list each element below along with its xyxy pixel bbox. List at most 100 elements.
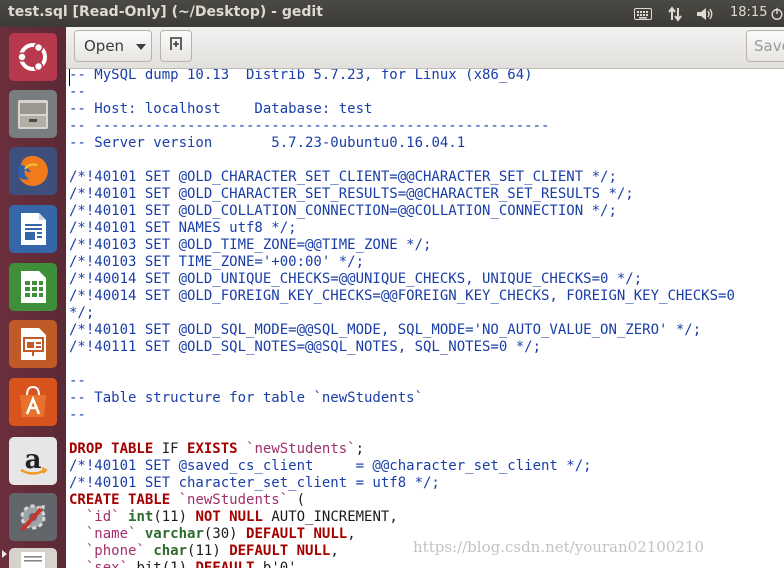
code-token: /*!40014 SET @OLD_FOREIGN_KEY_CHECKS=@@F… [69,288,735,304]
system-settings-icon[interactable] [9,493,57,541]
code-token: /*!40111 SET @OLD_SQL_NOTES=@@SQL_NOTES,… [69,339,542,355]
code-line[interactable]: -- Table structure for table `newStudent… [69,390,735,407]
code-line[interactable]: /*!40014 SET @OLD_UNIQUE_CHECKS=@@UNIQUE… [69,271,735,288]
code-token: (30) [203,526,247,542]
code-line[interactable]: /*!40101 SET @OLD_CHARACTER_SET_RESULTS=… [69,186,735,203]
code-line[interactable]: -- -------------------------------------… [69,118,735,135]
code-line[interactable]: /*!40101 SET character_set_client = utf8… [69,475,735,492]
code-token: -- Server version 5.7.23-0ubuntu0.16.04.… [69,135,466,151]
new-tab-button[interactable] [160,30,192,62]
code-token: /*!40103 SET @OLD_TIME_ZONE=@@TIME_ZONE … [69,237,432,253]
code-token: `name` [85,526,137,542]
text-editor-icon[interactable] [9,548,57,568]
code-token: -- [69,407,86,423]
ubuntu-dash-icon[interactable] [9,33,57,81]
code-line[interactable]: /*!40101 SET NAMES utf8 */; [69,220,735,237]
code-token: `phone` [85,543,145,559]
code-token: `sex` [85,560,129,568]
volume-icon[interactable] [694,0,718,27]
code-line[interactable]: -- Server version 5.7.23-0ubuntu0.16.04.… [69,135,735,152]
code-line[interactable]: */; [69,305,735,322]
code-line[interactable]: -- [69,84,735,101]
code-line[interactable]: /*!40103 SET TIME_ZONE='+00:00' */; [69,254,735,271]
text-editor[interactable]: -- MySQL dump 10.13 Distrib 5.7.23, for … [66,69,784,568]
code-token: b'0', [254,560,306,568]
code-token: /*!40101 SET @OLD_SQL_MODE=@@SQL_MODE, S… [69,322,702,338]
window-title: test.sql [Read-Only] (~/Desktop) - gedit [8,4,323,20]
code-line[interactable]: -- [69,407,735,424]
code-line[interactable]: `sex` bit(1) DEFAULT b'0', [69,560,735,568]
code-token: DROP TABLE [69,441,154,457]
code-line[interactable] [69,152,735,169]
keyboard-icon[interactable] [632,0,654,27]
files-icon[interactable] [9,90,57,138]
code-line[interactable]: /*!40111 SET @OLD_SQL_NOTES=@@SQL_NOTES,… [69,339,735,356]
code-token: , [330,543,339,559]
amazon-icon[interactable]: a [9,437,57,485]
code-token: -- MySQL dump 10.13 Distrib 5.7.23, for … [69,69,533,83]
code-line[interactable] [69,356,735,373]
save-button[interactable]: Save [746,30,784,62]
top-panel: test.sql [Read-Only] (~/Desktop) - gedit… [0,0,784,27]
code-token: -- [69,84,86,100]
open-button-label: Open [84,37,125,55]
code-token: /*!40103 SET TIME_ZONE='+00:00' */; [69,254,365,270]
code-token: */; [69,305,95,321]
code-token: (11) [187,543,230,559]
code-token: EXISTS [187,441,238,457]
libreoffice-calc-icon[interactable] [9,263,57,311]
code-line[interactable]: `id` int(11) NOT NULL AUTO_INCREMENT, [69,509,735,526]
running-indicator [2,550,7,558]
code-token: `newStudents` [246,441,356,457]
code-line[interactable]: /*!40101 SET @OLD_COLLATION_CONNECTION=@… [69,203,735,220]
code-token: /*!40101 SET @OLD_CHARACTER_SET_RESULTS=… [69,186,634,202]
code-token: `id` [85,509,120,525]
code-token: AUTO_INCREMENT, [262,509,398,525]
code-line[interactable]: /*!40014 SET @OLD_FOREIGN_KEY_CHECKS=@@F… [69,288,735,305]
code-token: bit(1) [128,560,196,568]
code-line[interactable]: /*!40101 SET @saved_cs_client = @@charac… [69,458,735,475]
code-line[interactable] [69,424,735,441]
libreoffice-writer-icon[interactable] [9,205,57,253]
code-line[interactable]: CREATE TABLE `newStudents` ( [69,492,735,509]
clock[interactable]: 18:15 [730,5,767,20]
code-token: /*!40101 SET @OLD_COLLATION_CONNECTION=@… [69,203,617,219]
code-token: IF [153,441,188,457]
firefox-icon[interactable] [9,147,57,195]
code-token: NOT NULL [195,509,263,525]
power-settings-icon[interactable] [770,0,784,27]
code-token: `newStudents` [178,492,289,508]
code-token: /*!40101 SET @saved_cs_client = @@charac… [69,458,592,474]
code-token: DEFAULT NULL [229,543,331,559]
code-line[interactable]: /*!40103 SET @OLD_TIME_ZONE=@@TIME_ZONE … [69,237,735,254]
code-token: -- -------------------------------------… [69,118,550,134]
code-token: , [347,526,356,542]
code-line[interactable]: -- [69,373,735,390]
code-token: varchar [144,526,204,542]
code-token: ; [355,441,365,457]
code-line[interactable]: /*!40101 SET @OLD_CHARACTER_SET_CLIENT=@… [69,169,735,186]
code-line[interactable]: -- Host: localhost Database: test [69,101,735,118]
code-token: ( [288,492,306,508]
code-token: char [153,543,188,559]
code-token: -- [69,373,86,389]
code-line[interactable]: -- MySQL dump 10.13 Distrib 5.7.23, for … [69,69,735,84]
software-center-icon[interactable] [9,378,57,426]
text-cursor [69,69,70,86]
svg-text:a: a [25,445,42,475]
save-button-label: Save [754,37,784,55]
launcher: a [0,27,66,568]
code-view[interactable]: -- MySQL dump 10.13 Distrib 5.7.23, for … [69,69,735,568]
libreoffice-impress-icon[interactable] [9,320,57,368]
network-transfer-icon[interactable] [664,0,686,27]
code-line[interactable]: /*!40101 SET @OLD_SQL_MODE=@@SQL_MODE, S… [69,322,735,339]
code-line[interactable]: DROP TABLE IF EXISTS `newStudents`; [69,441,735,458]
open-button[interactable]: Open [74,30,152,62]
